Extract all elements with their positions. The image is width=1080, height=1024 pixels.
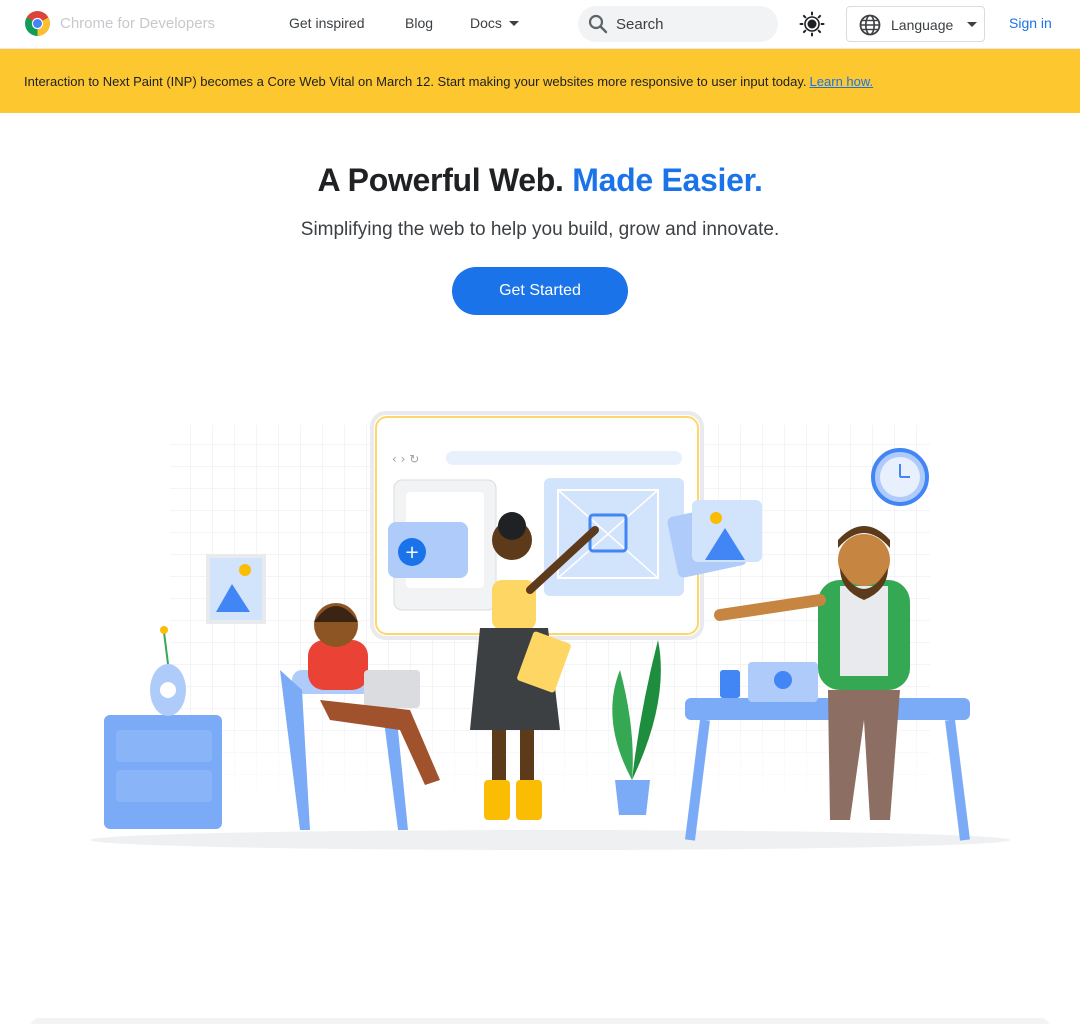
top-header: Chrome for Developers Get inspired Blog … <box>0 0 1080 49</box>
sign-in-link[interactable]: Sign in <box>1009 15 1052 31</box>
announcement-banner: Interaction to Next Paint (INP) becomes … <box>0 49 1080 113</box>
bottom-section-card <box>30 1018 1050 1024</box>
brand-name: Chrome for Developers <box>60 15 216 32</box>
learn-how-link[interactable]: Learn how. <box>810 74 874 89</box>
sun-icon[interactable] <box>799 11 825 37</box>
nav-blog[interactable]: Blog <box>405 15 433 31</box>
svg-text:‹ › ↻: ‹ › ↻ <box>392 452 419 466</box>
nav-docs[interactable]: Docs <box>470 15 519 31</box>
search-input[interactable] <box>616 6 766 42</box>
banner-text: Interaction to Next Paint (INP) becomes … <box>24 74 807 89</box>
svg-text:+: + <box>404 542 419 563</box>
language-button[interactable]: Language <box>846 6 985 42</box>
hero-subtitle: Simplifying the web to help you build, g… <box>300 219 780 240</box>
chrome-logo-icon <box>25 11 50 36</box>
caret-down-icon <box>967 22 977 27</box>
globe-icon <box>859 14 881 36</box>
language-label: Language <box>891 17 954 33</box>
search-icon <box>588 14 608 34</box>
brand[interactable]: Chrome for Developers <box>24 10 215 37</box>
get-started-button[interactable]: Get Started <box>452 267 628 315</box>
hero-title: A Powerful Web. Made Easier. <box>0 162 1080 199</box>
nav-get-inspired[interactable]: Get inspired <box>289 15 364 31</box>
banner-message: Interaction to Next Paint (INP) becomes … <box>24 74 873 89</box>
caret-down-icon <box>508 20 519 26</box>
search-box[interactable] <box>578 6 778 42</box>
hero-title-accent: Made Easier. <box>572 162 763 198</box>
nav-docs-label: Docs <box>470 15 502 31</box>
hero-title-part1: A Powerful Web. <box>317 162 564 198</box>
hero-illustration: ‹ › ↻ + <box>90 411 1010 850</box>
